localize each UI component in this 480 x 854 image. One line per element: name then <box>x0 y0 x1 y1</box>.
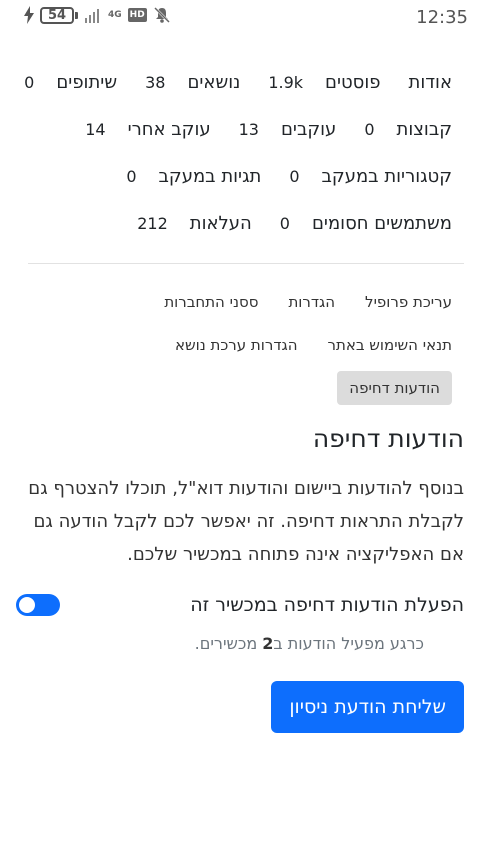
stat-blocked-users[interactable]: משתמשים חסומים 0 <box>280 213 452 234</box>
stat-groups[interactable]: קבוצות 0 <box>364 119 452 140</box>
send-test-notification-button[interactable]: שליחת הודעת ניסיון <box>271 681 464 733</box>
stat-watched-tags[interactable]: תגיות במעקב 0 <box>126 166 261 187</box>
profile-menu: עריכת פרופיל הגדרות ססני התחברות תנאי הש… <box>20 280 452 409</box>
stat-following[interactable]: עוקב אחרי 14 <box>85 119 210 140</box>
stats-row: קטגוריות במעקב 0 תגיות במעקב 0 <box>20 153 452 200</box>
menu-row: עריכת פרופיל הגדרות ססני התחברות <box>20 280 452 323</box>
push-toggle-row: הפעלת הודעות דחיפה במכשיר זה <box>16 594 464 616</box>
profile-stats: אודות פוסטים 1.9k נושאים 38 שיתופים 0 קבוצו… <box>20 59 452 247</box>
stat-shares[interactable]: שיתופים 0 <box>24 72 117 93</box>
menu-row: הודעות דחיפה <box>20 366 452 409</box>
charging-icon <box>24 6 34 24</box>
push-toggle-label: הפעלת הודעות דחיפה במכשיר זה <box>190 594 464 616</box>
stat-posts[interactable]: פוסטים 1.9k <box>268 72 380 93</box>
menu-sessions[interactable]: ססני התחברות <box>164 293 258 311</box>
clock: 12:35 <box>416 7 468 28</box>
hd-badge: HD <box>127 8 147 22</box>
signal-icon <box>85 9 99 23</box>
stats-row: משתמשים חסומים 0 העלאות 212 <box>20 200 452 247</box>
battery-icon: 54 <box>40 6 78 24</box>
battery-level: 54 <box>40 6 74 24</box>
stat-followers[interactable]: עוקבים 13 <box>239 119 337 140</box>
section-description: בנוסף להודעות ביישום והודעות דוא"ל, תוכל… <box>28 478 464 565</box>
stat-watched-categories[interactable]: קטגוריות במעקב 0 <box>289 166 452 187</box>
network-type: 4G <box>108 9 122 20</box>
stat-topics[interactable]: נושאים 38 <box>145 72 240 93</box>
stats-row: קבוצות 0 עוקבים 13 עוקב אחרי 14 <box>20 106 452 153</box>
divider <box>28 263 464 264</box>
bell-off-icon <box>153 7 170 23</box>
stats-row: אודות פוסטים 1.9k נושאים 38 שיתופים 0 <box>20 59 452 106</box>
stat-uploads[interactable]: העלאות 212 <box>137 213 252 234</box>
status-icons: 54 4G HD <box>24 6 171 24</box>
menu-settings[interactable]: הגדרות <box>288 293 335 311</box>
stat-about[interactable]: אודות <box>409 72 453 93</box>
device-note: כרגע מפעיל הודעות ב2 מכשירים. <box>194 634 424 653</box>
toggle-knob <box>19 597 35 613</box>
menu-terms[interactable]: תנאי השימוש באתר <box>328 336 453 354</box>
status-bar: 54 4G HD 12:35 <box>0 0 480 34</box>
menu-push-notifications[interactable]: הודעות דחיפה <box>337 370 452 405</box>
push-toggle[interactable] <box>16 594 60 616</box>
device-count: 2 <box>262 634 274 653</box>
menu-theme-settings[interactable]: הגדרות ערכת נושא <box>175 336 298 354</box>
page-title: הודעות דחיפה <box>312 424 464 453</box>
menu-row: תנאי השימוש באתר הגדרות ערכת נושא <box>20 323 452 366</box>
menu-edit-profile[interactable]: עריכת פרופיל <box>365 293 452 311</box>
